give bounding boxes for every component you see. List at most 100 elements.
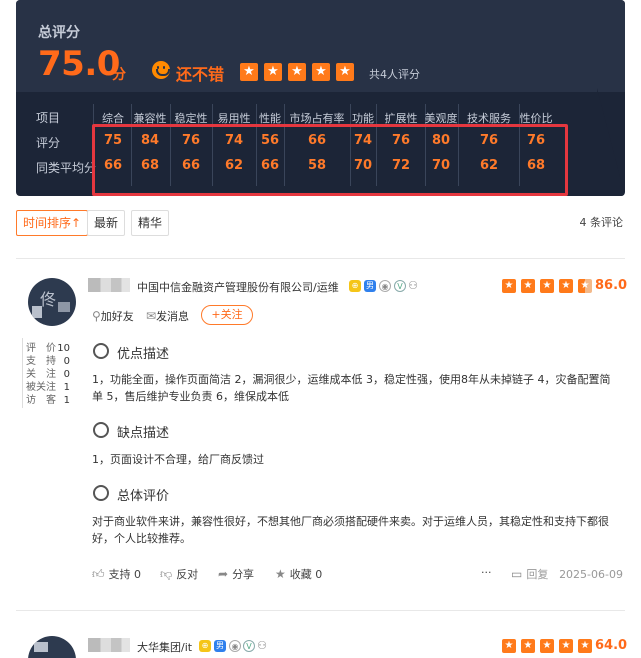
avatar[interactable]: 佟 <box>28 278 76 326</box>
star-outline-icon: ★ <box>275 567 286 581</box>
star-icon: ★ <box>578 639 592 653</box>
reply-button[interactable]: ▭ 回复 <box>511 566 548 582</box>
user-stat-value: 0 <box>63 356 70 367</box>
rating-word: 还不错 <box>176 65 225 84</box>
user-icon: ◉ <box>379 280 391 292</box>
reply-icon: ▭ <box>511 567 523 581</box>
avatar[interactable] <box>28 636 76 658</box>
share-label: 分享 <box>232 568 255 581</box>
collect-label: 收藏 0 <box>289 568 323 581</box>
gender-male-icon: 男 <box>214 640 226 652</box>
pros-text-line: 单 5，售后维护专业负责 6，维保成本低 <box>92 390 289 403</box>
user-stat-value: 1 <box>63 395 70 406</box>
user-stat-value: 0 <box>63 369 70 380</box>
divider <box>16 258 625 259</box>
message-icon: ✉ <box>146 309 157 323</box>
divider <box>16 610 625 611</box>
oppose-button[interactable]: 👎︎ 反对 <box>160 566 198 582</box>
avatar-char: 佟 <box>40 290 57 309</box>
verified-icon: V <box>243 640 255 652</box>
total-score-title: 总评分 <box>38 25 80 41</box>
reply-label: 回复 <box>526 568 549 581</box>
comment-icon <box>93 485 109 501</box>
review-score: 86.0 <box>595 278 628 293</box>
thumbs-up-icon: 👍︎ <box>92 566 105 581</box>
add-friend-icon: ⚲ <box>92 309 101 323</box>
avatar-blur <box>58 302 70 312</box>
user-stat-label: 访 客 <box>26 395 56 406</box>
smile-icon <box>152 61 170 79</box>
stats-divider <box>22 338 23 408</box>
row-label-score: 评分 <box>36 136 61 150</box>
username-blurred[interactable] <box>88 278 130 292</box>
support-label: 支持 0 <box>108 568 142 581</box>
user-stat-row: 支 持 0 <box>26 355 70 368</box>
send-message-link[interactable]: ✉发消息 <box>146 308 189 324</box>
panel-corner <box>597 88 625 196</box>
newest-filter-button[interactable]: 最新 <box>87 210 126 236</box>
add-friend-link[interactable]: ⚲加好友 <box>92 308 134 324</box>
username-blurred[interactable] <box>88 638 130 652</box>
collect-button[interactable]: ★ 收藏 0 <box>275 566 322 582</box>
send-message-label: 发消息 <box>156 310 190 323</box>
row-label-item: 项目 <box>36 111 61 125</box>
rating-count: 共4人评分 <box>369 68 420 81</box>
total-score-unit: 分 <box>112 67 126 83</box>
user-stat-row: 访 客 1 <box>26 394 70 407</box>
user-stat-value: 10 <box>57 343 70 354</box>
overall-text-line: 对于商业软件来讲，兼容性很好，不想其他厂商必须搭配硬件来卖。对于运维人员，其稳定… <box>92 515 609 528</box>
cons-text: 1，页面设计不合理，给厂商反馈过 <box>92 453 264 466</box>
pros-text-line: 1，功能全面，操作页面简洁 2，漏洞很少，运维成本低 3，稳定性强，使用8年从未… <box>92 373 611 386</box>
user-stat-label: 关 注 <box>26 369 56 380</box>
vip-icon: ⊕ <box>199 640 211 652</box>
add-user-icon[interactable]: ⚇ <box>256 640 268 652</box>
review-score: 64.0 <box>595 638 628 653</box>
review-rating-stars: ★ ★ ★ ★ ★ <box>502 639 592 653</box>
user-stat-label: 被关注 <box>26 382 56 393</box>
user-company: 大华集团/it <box>137 641 193 654</box>
add-friend-label: 加好友 <box>100 310 134 323</box>
review-rating-stars: ★ ★ ★ ★ ★ <box>502 279 592 293</box>
total-score-value: 75.0 <box>38 44 120 84</box>
star-icon: ★ <box>578 279 592 293</box>
overall-text-line: 好，个人比较推荐。 <box>92 532 191 545</box>
star-icon: ★ <box>540 639 554 653</box>
star-icon: ★ <box>540 279 554 293</box>
highlight-box <box>92 124 568 196</box>
star-icon: ★ <box>502 639 516 653</box>
avatar-blur <box>32 306 42 318</box>
overall-title: 总体评价 <box>117 489 170 504</box>
star-icon: ★ <box>264 63 282 81</box>
support-button[interactable]: 👍︎ 支持 0 <box>92 566 141 582</box>
more-button[interactable]: ··· <box>481 566 492 579</box>
featured-filter-button[interactable]: 精华 <box>131 210 170 236</box>
add-user-icon[interactable]: ⚇ <box>407 280 419 292</box>
user-company: 中国中信金融资产管理股份有限公司/运维 <box>137 281 339 294</box>
user-stat-label: 支 持 <box>26 356 56 367</box>
cons-title: 缺点描述 <box>117 426 170 441</box>
avatar-blur <box>34 642 48 652</box>
review-date: 2025-06-09 <box>559 568 623 581</box>
star-icon: ★ <box>336 63 354 81</box>
user-icon: ◉ <box>229 640 241 652</box>
star-icon: ★ <box>288 63 306 81</box>
star-icon: ★ <box>312 63 330 81</box>
user-stat-label: 评 价 <box>26 343 56 354</box>
share-button[interactable]: ➦ 分享 <box>218 566 254 582</box>
verified-icon: V <box>394 280 406 292</box>
smile-face-icon <box>93 343 109 359</box>
user-stat-row: 关 注 0 <box>26 368 70 381</box>
total-rating-stars: ★ ★ ★ ★ ★ <box>240 63 354 81</box>
user-stat-row: 被关注 1 <box>26 381 70 394</box>
oppose-label: 反对 <box>176 568 199 581</box>
pros-title: 优点描述 <box>117 347 170 362</box>
user-stat-value: 1 <box>63 382 70 393</box>
star-icon: ★ <box>521 639 535 653</box>
sort-by-time-button[interactable]: 时间排序↑ <box>16 210 89 236</box>
star-icon: ★ <box>559 279 573 293</box>
star-icon: ★ <box>240 63 258 81</box>
review-count: 4 条评论 <box>579 216 624 229</box>
star-icon: ★ <box>502 279 516 293</box>
gender-male-icon: 男 <box>364 280 376 292</box>
follow-button[interactable]: +关注 <box>201 305 253 325</box>
